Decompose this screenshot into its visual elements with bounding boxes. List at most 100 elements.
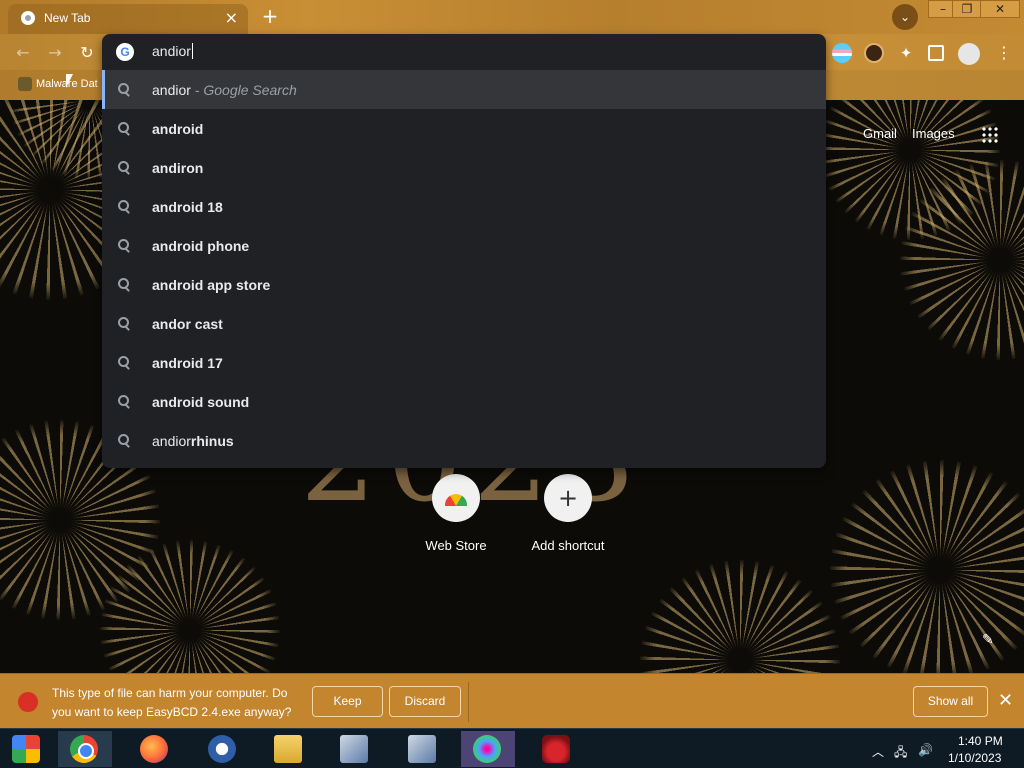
gmail-link[interactable]: Gmail: [863, 126, 897, 141]
suggestion-text: andior - Google Search: [152, 82, 297, 98]
maximize-button[interactable]: ❐: [952, 0, 982, 18]
customize-pencil-icon[interactable]: ✎: [982, 632, 994, 648]
omnibox[interactable]: G andior: [102, 34, 826, 70]
discard-button[interactable]: Discard: [389, 686, 461, 717]
search-icon: [116, 276, 132, 292]
search-icon: [116, 198, 132, 214]
plus-icon: +: [544, 474, 592, 522]
show-all-button[interactable]: Show all: [913, 686, 988, 717]
start-app-icon: [12, 735, 40, 763]
taskbar-setup-1[interactable]: [328, 731, 382, 767]
web-store-circle: [432, 474, 480, 522]
suggestion-text: android sound: [152, 394, 250, 410]
avatar-extension-icon[interactable]: [864, 43, 884, 63]
flag-extension-icon[interactable]: [832, 43, 852, 63]
taskbar-firefox[interactable]: [128, 731, 182, 767]
images-link[interactable]: Images: [912, 126, 955, 141]
shortcut-label: Add shortcut: [531, 538, 605, 553]
close-download-bar-icon[interactable]: ✕: [998, 690, 1013, 711]
divider: [468, 682, 469, 722]
tab-close-icon[interactable]: ×: [225, 8, 238, 27]
menu-kebab-icon[interactable]: ⋮: [994, 43, 1014, 63]
folder-icon: [274, 735, 302, 763]
people-icon: [473, 735, 501, 763]
clock-time[interactable]: 1:40 PM: [958, 734, 1003, 748]
suggestion-item[interactable]: android 18: [102, 187, 826, 226]
extensions-puzzle-icon[interactable]: ✦: [896, 43, 916, 63]
suggestion-item[interactable]: andiron: [102, 148, 826, 187]
suggestion-item[interactable]: android 17: [102, 343, 826, 382]
tray-chevron-icon[interactable]: ︿: [872, 743, 884, 760]
installer-icon: [408, 735, 436, 763]
firework-decoration: [640, 560, 840, 673]
taskbar: ︿ 🖧 🔊 1:40 PM 1/10/2023: [0, 728, 1024, 768]
search-icon: [116, 81, 132, 97]
tab-title: New Tab: [44, 11, 91, 25]
search-icon: [116, 315, 132, 331]
suggestion-query: andior: [152, 433, 191, 449]
close-window-button[interactable]: ✕: [980, 0, 1020, 18]
side-panel-icon[interactable]: [928, 45, 944, 61]
search-icon: [116, 354, 132, 370]
chrome-favicon-icon: [21, 11, 35, 25]
firework-decoration: [830, 460, 1024, 673]
search-icon: [116, 159, 132, 175]
web-store-icon: [445, 494, 467, 506]
volume-icon[interactable]: 🔊: [918, 743, 933, 757]
omnibox-dropdown: G andior andior - Google Search android …: [102, 34, 826, 468]
shortcut-add[interactable]: + Add shortcut: [518, 474, 618, 553]
google-g-icon: G: [116, 43, 134, 61]
search-icon: [116, 432, 132, 448]
omnibox-input[interactable]: andior: [152, 43, 193, 59]
search-icon: [116, 120, 132, 136]
warning-icon: [18, 692, 38, 712]
angry-birds-icon: [542, 735, 570, 763]
profile-avatar[interactable]: [958, 43, 980, 65]
suggestion-item[interactable]: android phone: [102, 226, 826, 265]
mouse-cursor-icon: [66, 74, 73, 88]
back-button[interactable]: ←: [12, 42, 34, 64]
suggestion-item[interactable]: android sound: [102, 382, 826, 421]
suggestion-text: andor cast: [152, 316, 223, 332]
download-bar: This type of file can harm your computer…: [0, 673, 1024, 728]
firefox-icon: [140, 735, 168, 763]
suggestion-item[interactable]: andiorrhinus: [102, 421, 826, 460]
new-tab-button[interactable]: +: [258, 4, 282, 28]
obama-logo-icon: [208, 735, 236, 763]
taskbar-people-app[interactable]: [461, 731, 515, 767]
chrome-icon: [70, 735, 98, 763]
download-warning-message: This type of file can harm your computer…: [52, 686, 292, 719]
taskbar-setup-2[interactable]: [396, 731, 450, 767]
keep-button[interactable]: Keep: [312, 686, 383, 717]
clock-date[interactable]: 1/10/2023: [948, 751, 1001, 765]
bookmark-malware-data[interactable]: Malware Dat: [18, 77, 98, 91]
tab-search-button[interactable]: ⌄: [892, 4, 918, 30]
suggestion-text: andiron: [152, 160, 204, 176]
suggestion-suffix: - Google Search: [190, 82, 297, 98]
suggestion-text: andiorrhinus: [152, 433, 234, 449]
shortcut-label: Web Store: [425, 538, 487, 553]
forward-button[interactable]: →: [44, 42, 66, 64]
taskbar-file-explorer[interactable]: [262, 731, 316, 767]
suggestion-text: android 18: [152, 199, 223, 215]
suggestion-item[interactable]: andor cast: [102, 304, 826, 343]
suggestion-completion: rhinus: [190, 433, 234, 449]
tab-new-tab[interactable]: New Tab ×: [8, 4, 248, 34]
taskbar-start-app[interactable]: [0, 731, 54, 767]
installer-icon: [340, 735, 368, 763]
suggestion-item[interactable]: andior - Google Search: [102, 70, 826, 109]
bookmark-favicon-icon: [18, 77, 32, 91]
shortcut-web-store[interactable]: Web Store: [406, 474, 506, 553]
reload-button[interactable]: ↻: [76, 42, 98, 64]
suggestion-item[interactable]: android: [102, 109, 826, 148]
suggestion-text: android 17: [152, 355, 223, 371]
suggestion-list: andior - Google Search android andiron a…: [102, 70, 826, 460]
suggestion-item[interactable]: android app store: [102, 265, 826, 304]
network-icon[interactable]: 🖧: [894, 743, 907, 764]
taskbar-app-obama[interactable]: [196, 731, 250, 767]
google-apps-icon[interactable]: [981, 126, 999, 144]
taskbar-chrome[interactable]: [58, 731, 112, 767]
title-bar: New Tab × + ⌄ – ❐ ✕: [0, 0, 1024, 34]
taskbar-angry-birds[interactable]: [530, 731, 584, 767]
suggestion-text: android app store: [152, 277, 271, 293]
